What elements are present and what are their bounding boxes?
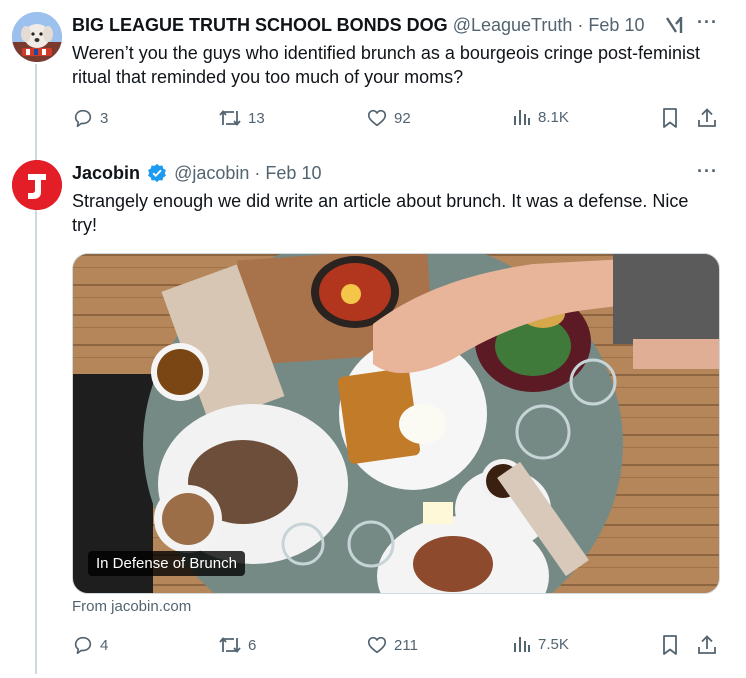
heart-icon xyxy=(367,636,387,654)
share-button[interactable] xyxy=(696,634,718,656)
share-icon xyxy=(698,635,716,654)
timestamp[interactable]: Feb 10 xyxy=(265,163,321,183)
tweet-1-text: Weren’t you the guys who identified brun… xyxy=(72,43,701,87)
retweet-icon xyxy=(219,110,241,126)
views-count: 8.1K xyxy=(538,108,569,126)
share-button[interactable] xyxy=(696,107,718,129)
retweet-button[interactable]: 13 xyxy=(218,107,265,129)
views-button[interactable]: 7.5K xyxy=(512,634,569,654)
tweet-2-text: Strangely enough we did write an article… xyxy=(72,191,689,235)
retweet-button[interactable]: 6 xyxy=(218,634,256,656)
retweet-count: 6 xyxy=(248,636,257,654)
reply-icon xyxy=(74,636,92,655)
tweet-1-header: BIG LEAGUE TRUTH SCHOOL BONDS DOG @Leagu… xyxy=(72,14,644,36)
avatar-leaguetruth[interactable] xyxy=(12,12,62,62)
retweet-count: 13 xyxy=(248,109,265,127)
heart-icon xyxy=(367,109,387,127)
dog-avatar-image xyxy=(12,12,62,62)
reply-icon xyxy=(74,109,92,128)
grok-icon[interactable] xyxy=(664,14,686,41)
handle[interactable]: @LeagueTruth xyxy=(453,15,573,35)
retweet-icon xyxy=(219,637,241,653)
separator: · xyxy=(577,15,584,35)
bookmark-button[interactable] xyxy=(660,107,680,129)
bookmark-icon xyxy=(663,108,677,128)
avatar-jacobin[interactable] xyxy=(12,160,62,210)
reply-button[interactable]: 4 xyxy=(72,634,108,656)
more-options-icon[interactable]: ··· xyxy=(697,161,718,182)
like-count: 92 xyxy=(394,109,411,127)
card-title[interactable]: In Defense of Brunch xyxy=(88,551,245,576)
analytics-icon xyxy=(514,110,530,125)
views-button[interactable]: 8.1K xyxy=(512,107,569,127)
more-options-icon[interactable]: ··· xyxy=(697,12,718,33)
reply-count: 4 xyxy=(100,636,109,654)
link-card-image[interactable] xyxy=(72,253,720,594)
jacobin-logo-icon xyxy=(12,160,62,210)
bookmark-button[interactable] xyxy=(660,634,680,656)
brunch-table-photo xyxy=(73,254,719,593)
thread-connector-line xyxy=(35,64,37,674)
like-button[interactable]: 92 xyxy=(366,107,411,129)
separator: · xyxy=(254,163,261,183)
verified-badge-icon xyxy=(148,163,166,183)
tweet-1-actions: 3 13 92 8.1K xyxy=(72,107,722,131)
timestamp[interactable]: Feb 10 xyxy=(588,15,644,35)
tweet-2-actions: 4 6 211 7.5K xyxy=(72,634,722,658)
share-icon xyxy=(698,108,716,127)
like-count: 211 xyxy=(394,636,418,654)
views-count: 7.5K xyxy=(538,635,569,653)
display-name[interactable]: Jacobin xyxy=(72,163,140,183)
like-button[interactable]: 211 xyxy=(366,634,418,656)
reply-button[interactable]: 3 xyxy=(72,107,108,129)
analytics-icon xyxy=(514,637,530,652)
display-name[interactable]: BIG LEAGUE TRUTH SCHOOL BONDS DOG xyxy=(72,15,448,35)
card-source[interactable]: From jacobin.com xyxy=(72,598,191,615)
handle[interactable]: @jacobin xyxy=(174,163,249,183)
reply-count: 3 xyxy=(100,109,109,127)
tweet-2-header: Jacobin @jacobin · Feb 10 xyxy=(72,162,321,184)
bookmark-icon xyxy=(663,635,677,655)
